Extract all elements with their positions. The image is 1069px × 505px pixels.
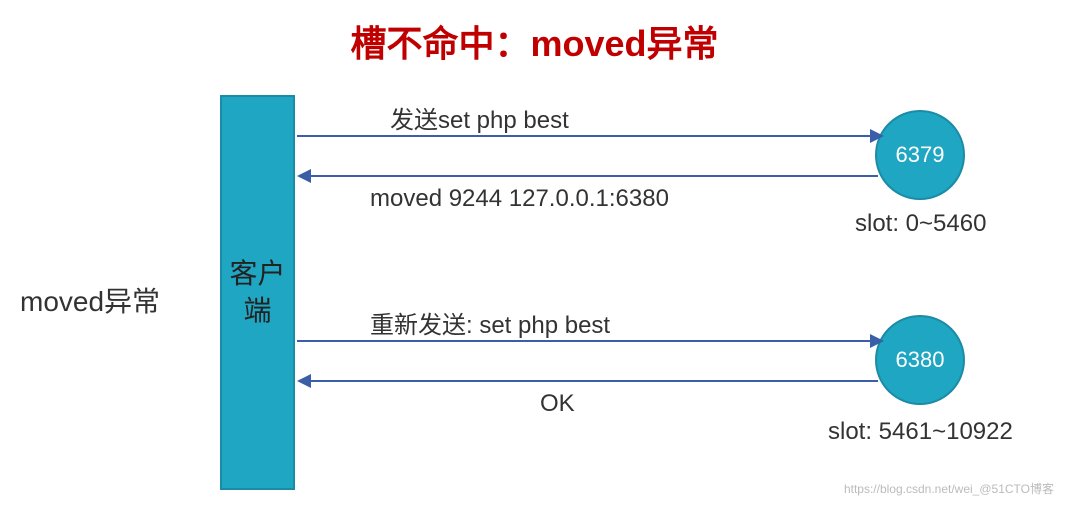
node-6380: 6380 xyxy=(875,315,965,405)
client-label: 客户端 xyxy=(229,256,285,329)
arrow-send-1-label: 发送set php best xyxy=(390,100,569,135)
node-6379: 6379 xyxy=(875,110,965,200)
arrow-head-icon xyxy=(870,129,884,143)
arrow-moved-response xyxy=(310,175,878,177)
exception-label: moved异常 xyxy=(20,280,160,320)
node-6380-slot: slot: 5461~10922 xyxy=(828,418,1013,446)
arrow-resend-label: 重新发送: set php best xyxy=(370,305,610,340)
watermark: https://blog.csdn.net/wei_@51CTO博客 xyxy=(844,480,1054,497)
diagram-title: 槽不命中：moved异常 xyxy=(0,15,1069,67)
arrow-resend xyxy=(297,340,872,342)
arrow-send-1 xyxy=(297,135,872,137)
arrow-ok-label: OK xyxy=(540,390,575,418)
node-6379-port: 6379 xyxy=(896,142,945,168)
node-6380-port: 6380 xyxy=(896,347,945,373)
client-box: 客户端 xyxy=(220,95,295,490)
arrow-head-icon xyxy=(870,334,884,348)
node-6379-slot: slot: 0~5460 xyxy=(855,210,986,238)
arrow-head-icon xyxy=(297,169,311,183)
arrow-head-icon xyxy=(297,374,311,388)
arrow-ok-response xyxy=(310,380,878,382)
arrow-moved-label: moved 9244 127.0.0.1:6380 xyxy=(370,185,669,213)
